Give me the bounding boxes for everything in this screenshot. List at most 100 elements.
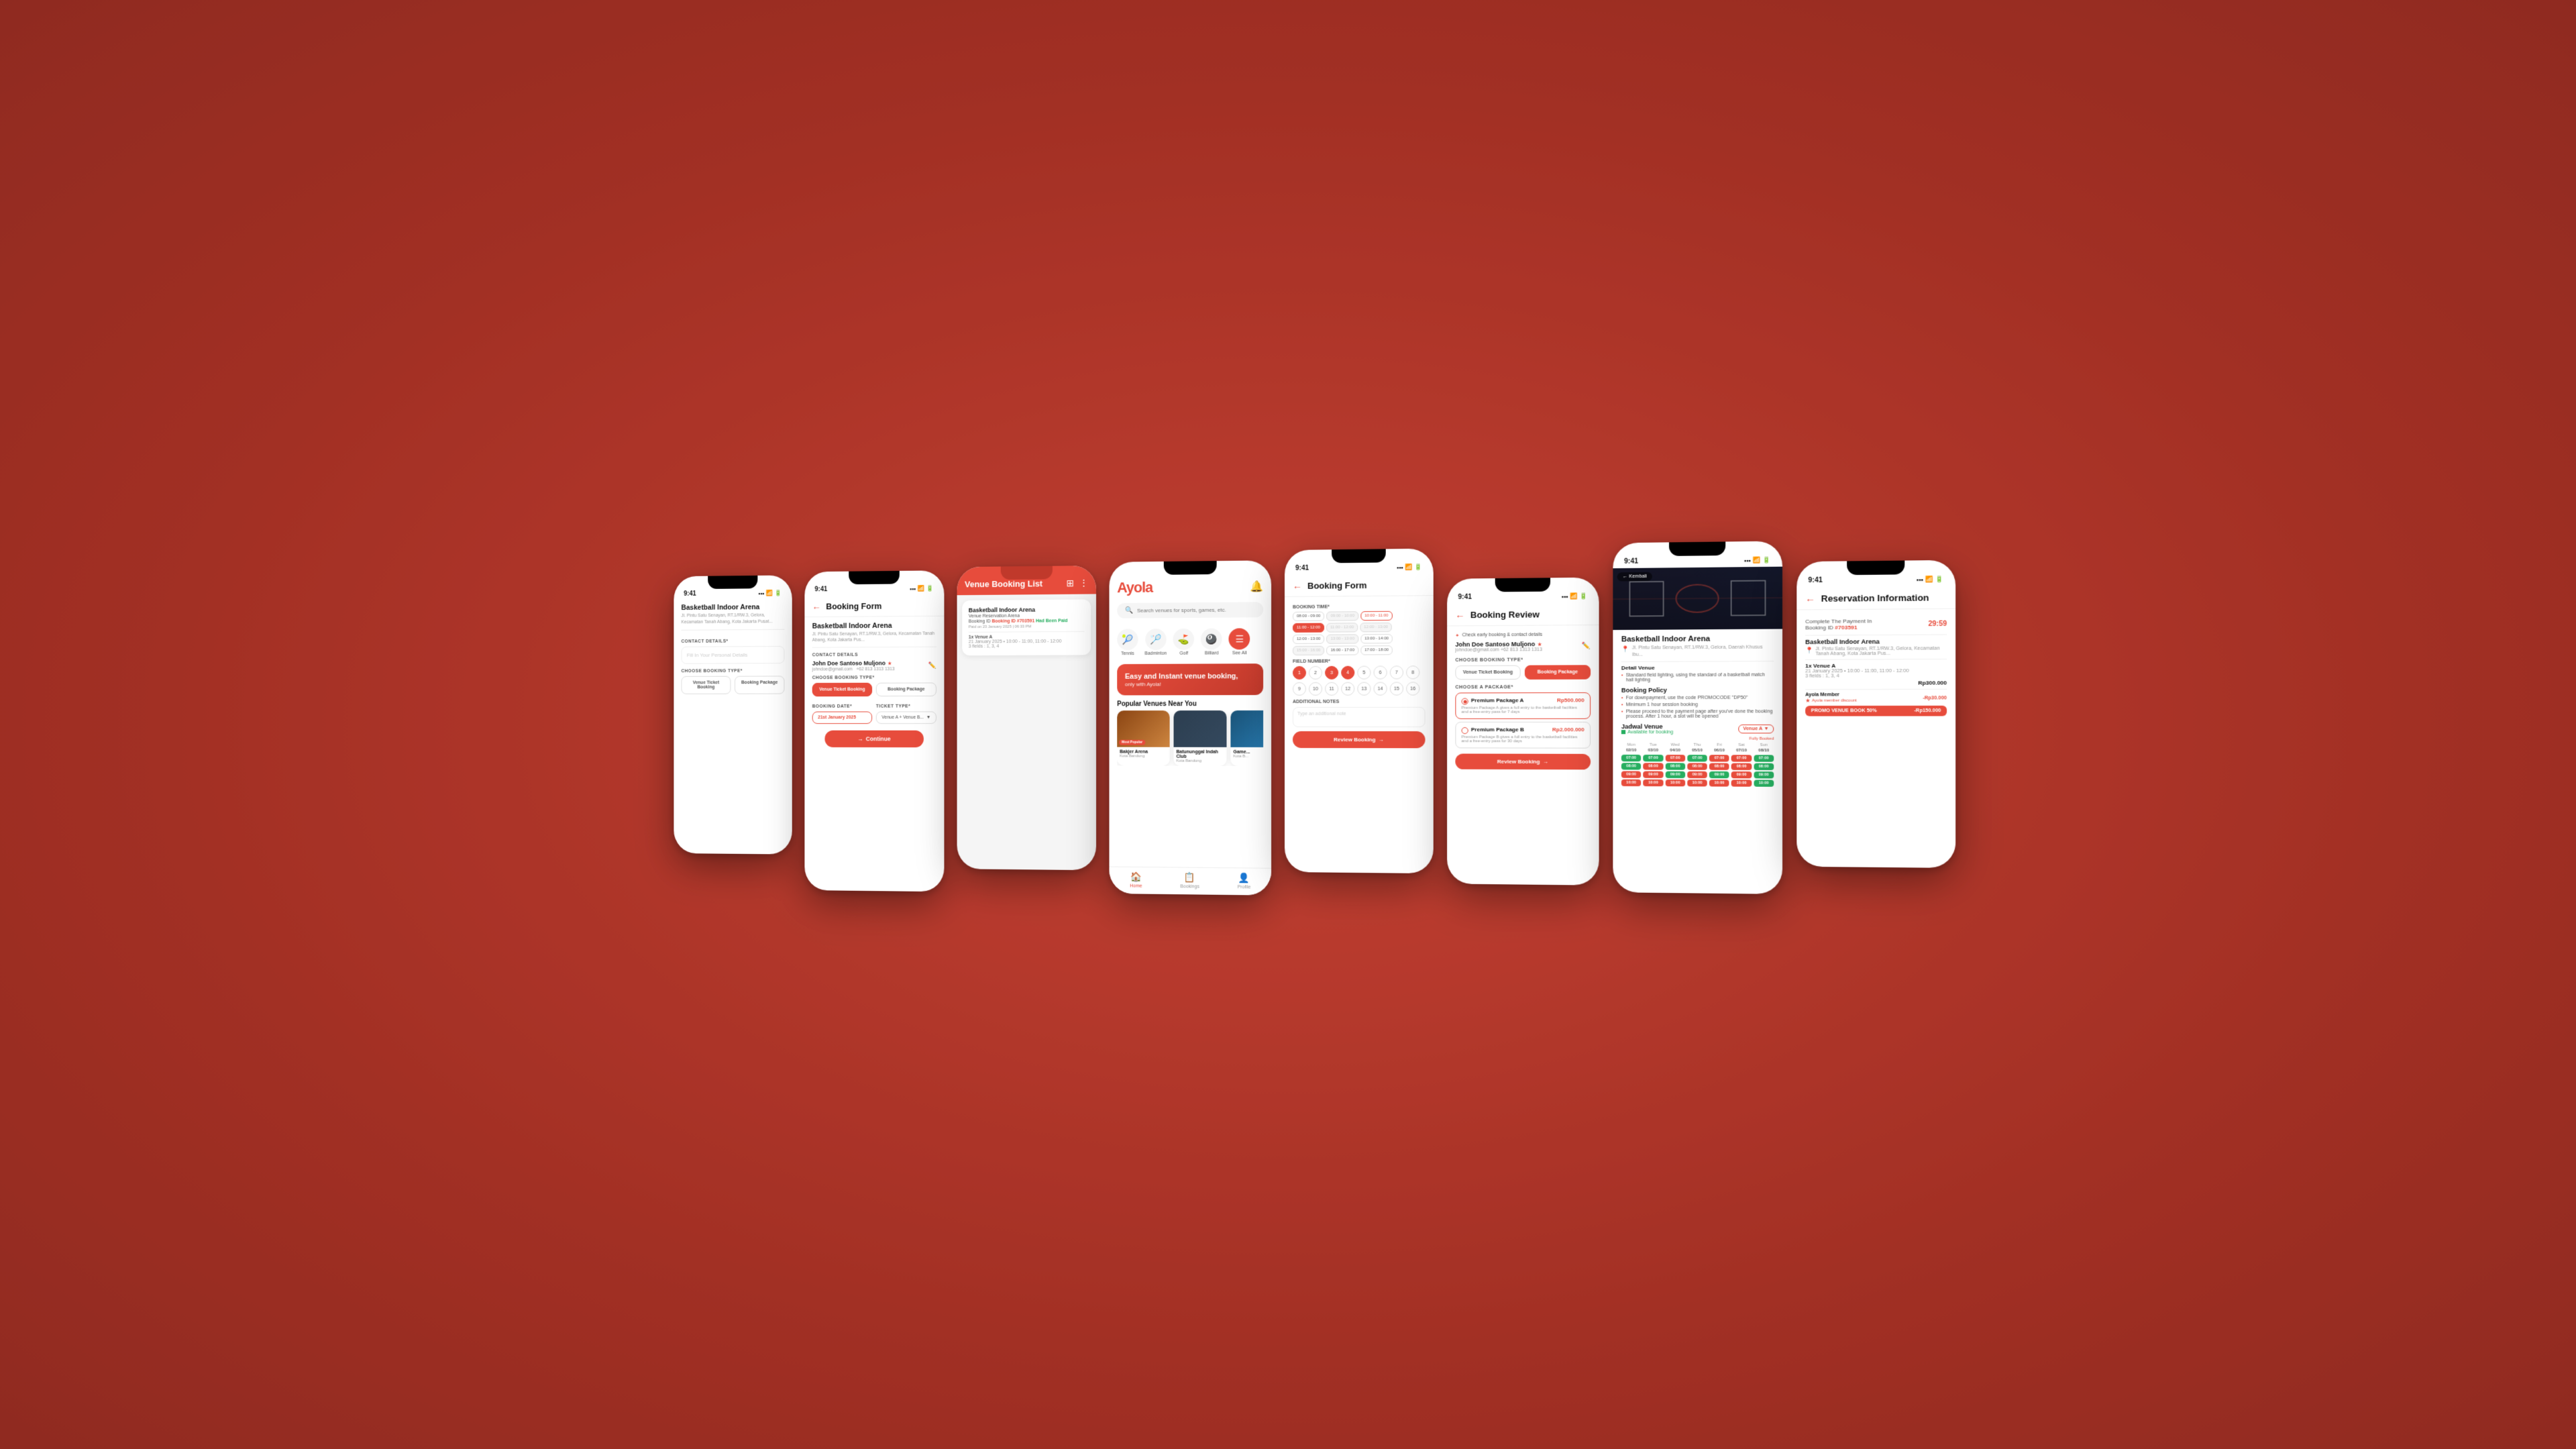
date-btn[interactable]: 21st January 2025 (812, 712, 872, 724)
venue-card-3[interactable]: Game... Kota B... (1230, 710, 1263, 766)
slot-7[interactable]: 12:00 - 13:00 (1293, 635, 1324, 644)
tc-wed-4: 10:00 (1665, 780, 1685, 786)
notes-area[interactable]: Type an additional note (1293, 707, 1426, 727)
tc-tue-1[interactable]: 07:00 (1644, 755, 1664, 761)
ayola-logo: Ayola (1117, 579, 1152, 596)
package-btn[interactable]: Booking Package (735, 676, 784, 694)
notch (1000, 566, 1052, 580)
nav-bookings[interactable]: 📋 Bookings (1163, 871, 1217, 890)
venue-detail-content: Basketball Indoor Arena 📍 Jl. Pintu Satu… (1613, 629, 1782, 794)
ticket-select[interactable]: Venue A + Venue B...▼ (876, 712, 936, 724)
venue-city-2: Kota Bandung (1176, 759, 1224, 763)
tc-sun-4[interactable]: 10:00 (1754, 780, 1774, 786)
fully-booked-label: Fully Booked (1621, 737, 1774, 741)
back-btn[interactable]: ← (1293, 580, 1302, 591)
search-bar[interactable]: 🔍 (1117, 602, 1263, 618)
field-7[interactable]: 7 (1390, 665, 1403, 679)
review-booking-btn[interactable]: Review Booking → (1455, 753, 1591, 769)
field-3[interactable]: 3 (1325, 666, 1338, 680)
package-btn[interactable]: Booking Package (1525, 665, 1591, 680)
tc-sun-3[interactable]: 09:00 (1754, 771, 1774, 778)
field-15[interactable]: 15 (1390, 682, 1403, 696)
slot-3[interactable]: 10:00 - 11:00 (1360, 611, 1392, 621)
tc-mon-2[interactable]: 08:00 (1621, 763, 1642, 769)
tc-wed-3[interactable]: 09:00 (1665, 771, 1685, 777)
review-btn[interactable]: Review Booking → (1293, 731, 1426, 748)
edit-icon[interactable]: ✏️ (928, 662, 936, 669)
tc-sat-4: 10:00 (1731, 780, 1752, 786)
day-col-wed: Wed 04/10 07:00 08:00 09:00 10:00 (1665, 743, 1685, 788)
slot-12[interactable]: 17:00 - 18:00 (1360, 645, 1393, 655)
member-discount-sub: Ayola member discount (1812, 698, 1857, 702)
field-12[interactable]: 12 (1341, 682, 1354, 696)
field-4[interactable]: 4 (1341, 666, 1354, 680)
back-btn[interactable]: ← (1455, 609, 1464, 620)
tc-fri-2: 08:00 (1709, 763, 1729, 769)
venue-btn[interactable]: Venue Ticket Booking (1455, 665, 1520, 680)
green-dot: ● (1621, 730, 1625, 734)
booking-id-row: Booking ID #703591 (1805, 625, 1872, 631)
field-11[interactable]: 11 (1325, 682, 1338, 696)
tc-sun-2[interactable]: 08:00 (1754, 763, 1774, 769)
tc-sun-1[interactable]: 07:00 (1754, 755, 1774, 761)
kembali-btn[interactable]: ← Kembali (1617, 572, 1653, 582)
more-icon[interactable]: ⋮ (1079, 578, 1089, 589)
nav-profile[interactable]: 👤 Profile (1217, 872, 1271, 890)
star-member: ★ (1805, 698, 1811, 704)
venue-select[interactable]: Venue A ▼ (1738, 724, 1774, 733)
tc-mon-1[interactable]: 07:00 (1621, 755, 1642, 761)
cat-billiard[interactable]: 🎱 Billiard (1201, 629, 1222, 656)
day-sat: Sat (1731, 743, 1752, 747)
back-btn[interactable]: ← (812, 601, 821, 612)
member-row: Ayola Member ★ Ayola member discount -Rp… (1805, 692, 1947, 704)
back-btn[interactable]: ← (1805, 592, 1815, 604)
nav-home[interactable]: 🏠 Home (1110, 871, 1163, 889)
cat-tennis[interactable]: 🎾 Tennis (1117, 629, 1138, 656)
venue-card-2[interactable]: Batununggal Indah Club Kota Bandung (1174, 710, 1227, 766)
slot-11[interactable]: 16:00 - 17:00 (1326, 645, 1358, 655)
venue-a-price: Rp300.000 (1805, 680, 1947, 686)
tc-wed-2[interactable]: 08:00 (1665, 763, 1685, 769)
field-5[interactable]: 5 (1357, 666, 1371, 680)
package-inactive[interactable]: Booking Package (876, 683, 936, 697)
slot-9[interactable]: 13:00 - 14:00 (1360, 634, 1393, 643)
field-14[interactable]: 14 (1374, 682, 1387, 696)
bc-booking-id: Booking ID Booking ID #703591 Had Been P… (969, 619, 1085, 624)
search-input[interactable] (1137, 606, 1255, 613)
venue-ticket-btn[interactable]: Venue Ticket Booking (681, 676, 731, 694)
field-6[interactable]: 6 (1374, 665, 1387, 679)
slot-4[interactable]: 11:00 - 12:00 (1293, 623, 1324, 633)
cat-see-all[interactable]: ☰ See All (1229, 628, 1250, 655)
day-col-sat: Sat 07/10 07:00 08:00 09:00 10:00 (1731, 743, 1752, 788)
continue-btn[interactable]: → Continue (824, 731, 924, 747)
package-b[interactable]: Premium Package B Rp2.000.000 Premium Pa… (1455, 722, 1591, 749)
cat-golf[interactable]: ⛳ Golf (1173, 629, 1195, 656)
notification-icon[interactable]: 🔔 (1250, 580, 1263, 593)
field-9[interactable]: 9 (1293, 682, 1306, 696)
tc-fri-3[interactable]: 09:00 (1709, 771, 1729, 777)
booking-type-label: CHOOSE BOOKING TYPE* (681, 668, 784, 673)
field-8[interactable]: 8 (1406, 665, 1419, 679)
field-10[interactable]: 10 (1309, 682, 1322, 696)
filter-icon[interactable]: ⊞ (1067, 578, 1074, 589)
field-2[interactable]: 2 (1309, 666, 1322, 680)
package-a[interactable]: Premium Package A Rp500.000 Premium Pack… (1455, 692, 1591, 719)
check-icon: ✦ (1455, 633, 1459, 638)
slot-1[interactable]: 08:00 - 09:00 (1293, 612, 1324, 621)
field-16[interactable]: 16 (1406, 682, 1419, 695)
wifi: 📶 (1570, 592, 1578, 600)
tc-thu-1[interactable]: 07:00 (1687, 755, 1707, 761)
billiard-icon: 🎱 (1201, 629, 1222, 650)
date-label: BOOKING DATE* (812, 704, 872, 709)
venue-card-1[interactable]: Most Popular Bakjer Arena Kota Bandung (1117, 710, 1169, 765)
notch (1847, 561, 1904, 576)
date-mon: 02/10 (1621, 748, 1642, 752)
cat-golf-label: Golf (1179, 651, 1188, 656)
location-icon: 📍 (1805, 647, 1813, 654)
field-1[interactable]: 1 (1293, 666, 1306, 680)
scene: 9:41 ▪▪▪ 📶 🔋 Basketball Indoor Arena Jl.… (0, 0, 2576, 1449)
field-13[interactable]: 13 (1357, 682, 1371, 696)
edit-icon[interactable]: ✏️ (1582, 643, 1591, 650)
cat-badminton[interactable]: 🏸 Badminton (1144, 629, 1167, 656)
venue-ticket-active[interactable]: Venue Ticket Booking (812, 683, 872, 697)
